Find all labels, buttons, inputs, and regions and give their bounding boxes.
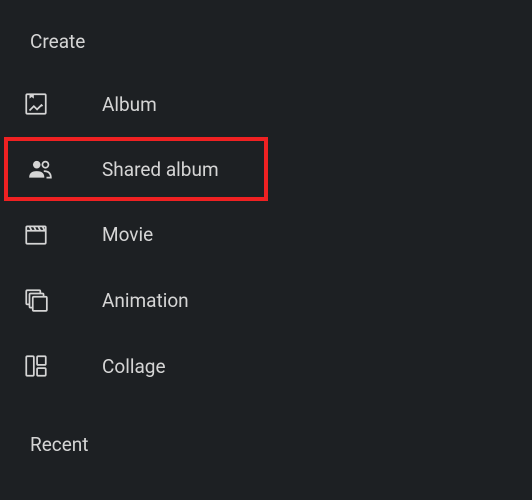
- menu-item-label: Movie: [102, 223, 153, 246]
- menu-item-label: Animation: [102, 289, 189, 312]
- movie-icon: [22, 220, 50, 248]
- menu-item-shared-album[interactable]: Shared album: [4, 137, 268, 201]
- menu-item-label: Shared album: [102, 158, 219, 181]
- album-icon: [22, 90, 50, 118]
- section-header-recent: Recent: [0, 433, 532, 474]
- animation-icon: [22, 286, 50, 314]
- menu-item-collage[interactable]: Collage: [0, 333, 532, 399]
- menu-item-animation[interactable]: Animation: [0, 267, 532, 333]
- section-header-create: Create: [0, 30, 532, 71]
- shared-album-icon: [26, 155, 54, 183]
- menu-item-label: Collage: [102, 355, 166, 378]
- menu-item-movie[interactable]: Movie: [0, 201, 532, 267]
- menu-item-label: Album: [102, 93, 157, 116]
- menu-item-album[interactable]: Album: [0, 71, 532, 137]
- collage-icon: [22, 352, 50, 380]
